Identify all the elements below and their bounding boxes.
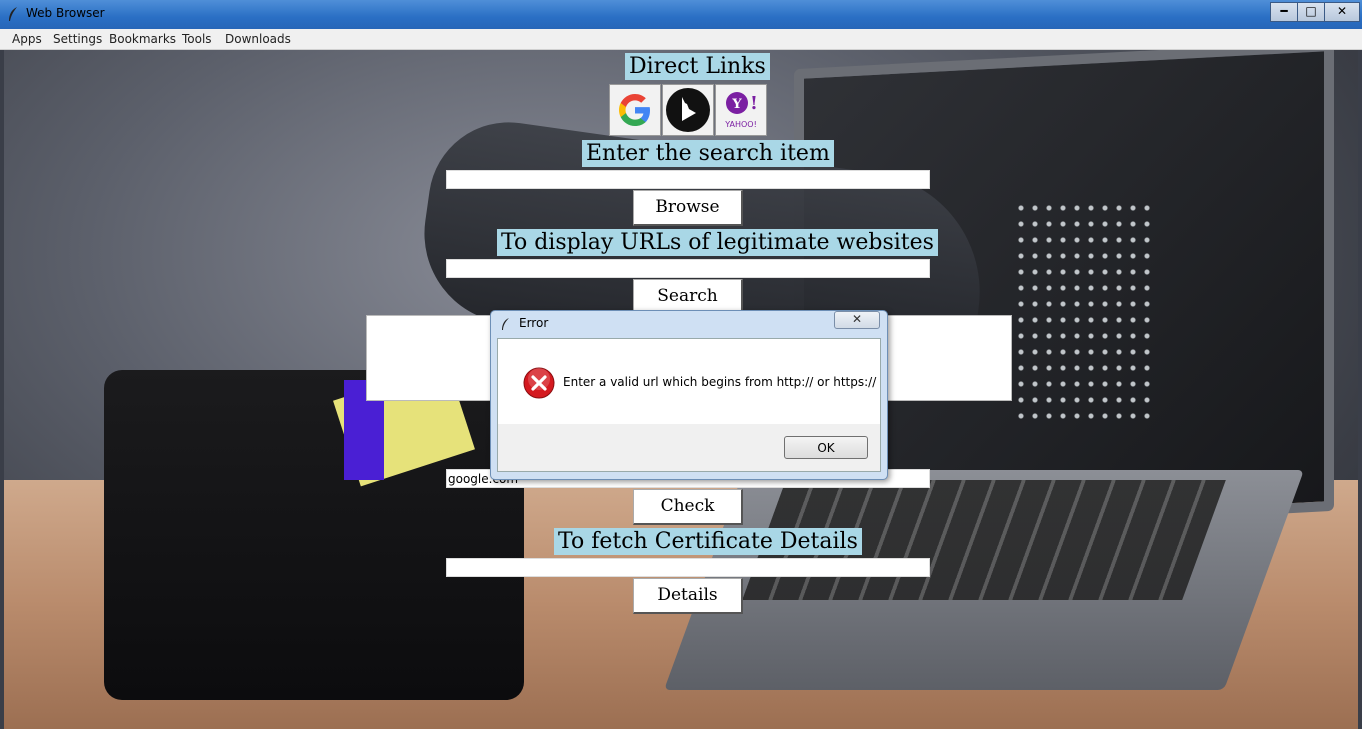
minimize-icon: ━ — [1280, 4, 1288, 18]
ok-button[interactable]: OK — [784, 436, 868, 459]
window-title: Web Browser — [26, 6, 105, 20]
close-icon: ✕ — [851, 312, 863, 326]
feather-icon — [9, 7, 17, 21]
browse-button[interactable]: Browse — [633, 190, 743, 226]
maximize-button[interactable]: □ — [1297, 2, 1325, 22]
google-icon — [619, 94, 650, 126]
dialog-title: Error — [519, 316, 549, 330]
dialog-close-button[interactable]: ✕ — [834, 311, 880, 329]
error-dialog: Error ✕ Enter a valid url which begins f… — [490, 310, 888, 480]
glass-shards — [1014, 200, 1154, 420]
bing-icon — [666, 88, 710, 132]
bing-link-button[interactable] — [662, 84, 714, 136]
google-link-button[interactable] — [609, 84, 661, 136]
certificate-input[interactable] — [446, 558, 930, 577]
check-button[interactable]: Check — [633, 489, 743, 525]
error-message: Enter a valid url which begins from http… — [563, 375, 877, 389]
feather-icon — [502, 318, 509, 330]
menu-settings[interactable]: Settings — [53, 32, 102, 46]
yahoo-link-button[interactable]: Y ! YAHOO! — [715, 84, 767, 136]
legit-urls-label: To display URLs of legitimate websites — [497, 229, 938, 256]
legit-url-input[interactable] — [446, 259, 930, 278]
dialog-body: Enter a valid url which begins from http… — [497, 338, 881, 472]
direct-links-label: Direct Links — [625, 53, 770, 80]
menu-apps[interactable]: Apps — [12, 32, 42, 46]
certificate-label: To fetch Certificate Details — [554, 528, 862, 555]
close-button[interactable]: ✕ — [1324, 2, 1360, 22]
close-icon: ✕ — [1336, 4, 1348, 18]
error-icon — [523, 367, 555, 399]
details-button[interactable]: Details — [633, 578, 743, 614]
menu-downloads[interactable]: Downloads — [225, 32, 291, 46]
search-item-label: Enter the search item — [582, 140, 834, 167]
title-bar: Web Browser ━ □ ✕ — [0, 0, 1362, 29]
search-input[interactable] — [446, 170, 930, 189]
svg-text:Y: Y — [731, 97, 742, 112]
menu-bookmarks[interactable]: Bookmarks — [109, 32, 176, 46]
maximize-icon: □ — [1305, 4, 1317, 18]
svg-text:!: ! — [750, 93, 758, 114]
menu-tools[interactable]: Tools — [182, 32, 212, 46]
yahoo-icon: Y ! YAHOO! — [724, 92, 758, 129]
yahoo-wordmark: YAHOO! — [724, 120, 757, 129]
minimize-button[interactable]: ━ — [1270, 2, 1298, 22]
menu-bar: Apps Settings Bookmarks Tools Downloads — [0, 29, 1362, 50]
